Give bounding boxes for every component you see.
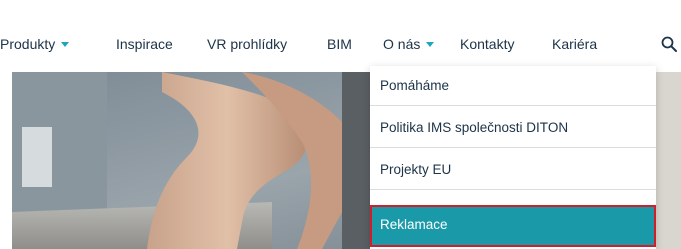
caret-down-icon	[61, 41, 70, 47]
nav-item-kontakty[interactable]: Kontakty	[460, 36, 514, 52]
nav-item-o-nas[interactable]: O nás	[383, 36, 435, 52]
nav-item-label: Inspirace	[116, 36, 173, 52]
caret-down-icon	[426, 41, 435, 47]
o-nas-dropdown-menu: Pomáháme Politika IMS společnosti DITON …	[370, 66, 656, 249]
search-icon[interactable]	[661, 36, 677, 52]
nav-item-produkty[interactable]: Produkty	[0, 36, 70, 52]
nav-item-vr-prohlidky[interactable]: VR prohlídky	[207, 36, 287, 52]
nav-item-inspirace[interactable]: Inspirace	[116, 36, 173, 52]
dropdown-item-politika-ims[interactable]: Politika IMS společnosti DITON	[370, 108, 656, 148]
nav-item-label: Kariéra	[552, 36, 598, 52]
nav-item-kariera[interactable]: Kariéra	[552, 36, 597, 52]
nav-item-label: BIM	[327, 36, 352, 52]
nav-item-bim[interactable]: BIM	[327, 36, 352, 52]
dropdown-item-projekty-eu[interactable]: Projekty EU	[370, 150, 656, 190]
nav-item-label: O nás	[383, 36, 421, 52]
nav-item-label: Produkty	[0, 36, 56, 52]
nav-item-label: VR prohlídky	[207, 36, 288, 52]
top-navigation: Produkty Inspirace VR prohlídky BIM O ná…	[0, 0, 681, 72]
dropdown-item-reklamace[interactable]: Reklamace	[370, 205, 656, 247]
nav-item-label: Kontakty	[460, 36, 515, 52]
dropdown-item-pomahame[interactable]: Pomáháme	[370, 66, 656, 106]
